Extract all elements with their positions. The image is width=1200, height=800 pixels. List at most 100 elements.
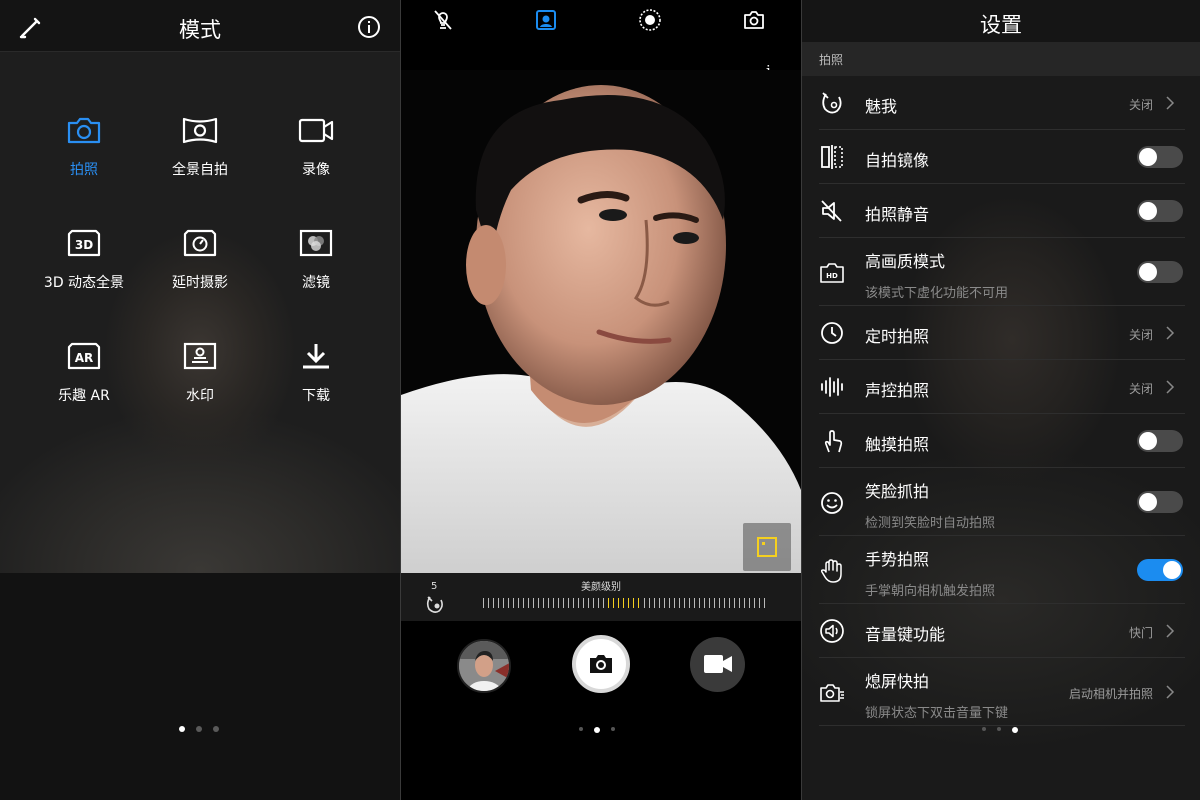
slider-tick xyxy=(753,598,755,608)
slider-tick xyxy=(673,598,675,608)
slider-tick xyxy=(693,598,695,608)
beauty-slider[interactable] xyxy=(483,598,765,608)
camera-panel: i xyxy=(401,0,801,800)
slider-tick xyxy=(578,598,580,608)
setting-title: 音量键功能 xyxy=(865,625,946,644)
touch-toggle[interactable] xyxy=(1137,430,1183,452)
page-dot xyxy=(997,727,1001,731)
slider-tick xyxy=(548,598,550,608)
section-header: 拍照 xyxy=(802,42,1200,76)
video-record-button[interactable] xyxy=(690,637,745,692)
slider-tick xyxy=(678,598,680,608)
setting-value: 快门 xyxy=(1128,626,1153,640)
mode-watermark[interactable]: 水印 xyxy=(140,341,260,405)
filter-icon xyxy=(299,229,333,257)
mode-panel: 模式 拍照 全景自拍 录像 3D 3D 动态全景 延时摄影 滤镜 AR 乐趣 A… xyxy=(0,0,400,800)
setting-row-beauty[interactable]: 魅我 关闭 xyxy=(819,76,1185,130)
setting-title: 手势拍照 xyxy=(865,550,930,569)
slider-tick xyxy=(573,598,575,608)
mirror-icon xyxy=(821,145,843,169)
flash-off-icon[interactable] xyxy=(431,8,455,32)
setting-title: 熄屏快拍 xyxy=(865,672,930,691)
settings-panel: 设置 拍照 魅我 关闭 自拍镜像 拍照静音 HD 高画质模式 该模式下虚化功能不… xyxy=(802,0,1200,800)
last-photo-thumbnail[interactable] xyxy=(457,639,511,693)
slider-tick xyxy=(733,598,735,608)
slider-tick xyxy=(698,598,700,608)
hd-toggle[interactable] xyxy=(1137,261,1183,283)
setting-title: 声控拍照 xyxy=(865,381,930,400)
switch-camera-icon[interactable] xyxy=(742,8,766,32)
slider-tick xyxy=(728,598,730,608)
slider-tick xyxy=(723,598,725,608)
touch-icon xyxy=(824,430,843,453)
slider-tick xyxy=(643,598,645,608)
mode-video[interactable]: 录像 xyxy=(256,115,376,179)
slider-tick xyxy=(493,598,495,608)
page-dot xyxy=(579,727,583,731)
slider-tick xyxy=(763,598,765,608)
setting-subtitle: 该模式下虚化功能不可用 xyxy=(865,286,1009,301)
mode-3d-panorama[interactable]: 3D 3D 动态全景 xyxy=(24,228,144,292)
gallery-shortcut-button[interactable] xyxy=(743,523,791,571)
beauty-face-icon xyxy=(822,92,842,114)
setting-title: 定时拍照 xyxy=(865,327,930,346)
slider-tick xyxy=(543,598,545,608)
slider-tick xyxy=(598,598,600,608)
quick-snap-icon xyxy=(820,684,844,702)
mode-header: 模式 xyxy=(0,0,400,52)
mode-label: 全景自拍 xyxy=(172,162,228,178)
slider-tick xyxy=(523,598,525,608)
mode-photo[interactable]: 拍照 xyxy=(24,115,144,179)
setting-subtitle: 检测到笑脸时自动拍照 xyxy=(865,516,996,531)
setting-row-smile: 笑脸抓拍 检测到笑脸时自动拍照 xyxy=(819,468,1185,536)
mode-filter[interactable]: 滤镜 xyxy=(256,228,376,292)
toggle-knob xyxy=(1139,148,1157,166)
palm-icon xyxy=(820,559,842,583)
setting-row-timer[interactable]: 定时拍照 关闭 xyxy=(819,306,1185,360)
selfie-mirror-toggle[interactable] xyxy=(1137,146,1183,168)
toggle-knob xyxy=(1139,432,1157,450)
slider-tick xyxy=(498,598,500,608)
svg-text:3D: 3D xyxy=(75,238,93,252)
slider-tick xyxy=(713,598,715,608)
svg-text:AR: AR xyxy=(75,351,94,365)
gesture-toggle[interactable] xyxy=(1137,559,1183,581)
beauty-level-bar[interactable]: 美颜级别 5 xyxy=(401,573,801,621)
slider-tick xyxy=(593,598,595,608)
shutter-button[interactable] xyxy=(572,635,630,693)
mode-panorama-selfie[interactable]: 全景自拍 xyxy=(140,115,260,179)
capture-controls xyxy=(401,621,801,800)
page-dot xyxy=(611,727,615,731)
setting-title: 自拍镜像 xyxy=(865,151,930,170)
portrait-mode-icon[interactable] xyxy=(534,8,558,32)
aperture-icon[interactable] xyxy=(638,8,662,32)
setting-value: 关闭 xyxy=(1128,382,1153,396)
slider-tick xyxy=(513,598,515,608)
setting-row-voice[interactable]: 声控拍照 关闭 xyxy=(819,360,1185,414)
panorama-selfie-icon xyxy=(182,117,218,144)
chevron-right-icon xyxy=(1166,624,1175,638)
3d-panorama-icon: 3D xyxy=(67,229,101,257)
mode-download[interactable]: 下载 xyxy=(256,341,376,405)
setting-title: 触摸拍照 xyxy=(865,435,930,454)
toggle-knob xyxy=(1139,202,1157,220)
page-indicator xyxy=(179,726,219,732)
mode-timelapse[interactable]: 延时摄影 xyxy=(140,228,260,292)
smile-toggle[interactable] xyxy=(1137,491,1183,513)
setting-subtitle: 锁屏状态下双击音量下键 xyxy=(865,706,1009,721)
mute-toggle[interactable] xyxy=(1137,200,1183,222)
setting-value: 关闭 xyxy=(1128,328,1153,342)
page-dot xyxy=(982,727,986,731)
setting-row-quick-snap[interactable]: 熄屏快拍 锁屏状态下双击音量下键 启动相机并拍照 xyxy=(819,658,1185,726)
slider-tick xyxy=(663,598,665,608)
setting-row-selfie-mirror: 自拍镜像 xyxy=(819,130,1185,184)
mode-label: 滤镜 xyxy=(302,275,330,291)
slider-tick xyxy=(488,598,490,608)
mode-ar[interactable]: AR 乐趣 AR xyxy=(24,341,144,405)
info-icon[interactable] xyxy=(357,15,381,39)
viewfinder[interactable] xyxy=(401,70,801,573)
setting-row-volume-key[interactable]: 音量键功能 快门 xyxy=(819,604,1185,658)
video-icon xyxy=(704,655,732,673)
slider-tick xyxy=(758,598,760,608)
toggle-knob xyxy=(1163,561,1181,579)
